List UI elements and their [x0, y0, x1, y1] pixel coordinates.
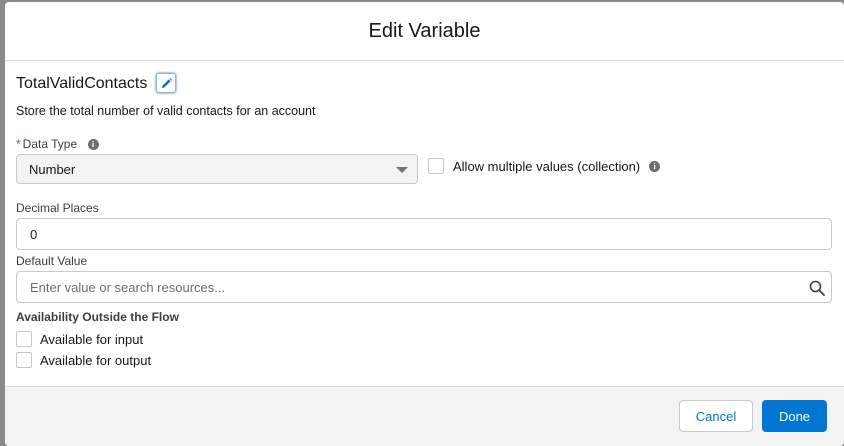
data-type-value: Number [29, 161, 76, 177]
collection-option: Allow multiple values (collection) i [428, 158, 661, 174]
default-value-input[interactable]: Enter value or search resources... [16, 271, 832, 303]
data-type-label: * Data Type i [16, 137, 99, 151]
required-marker: * [16, 137, 21, 151]
available-output-option: Available for output [16, 352, 151, 368]
done-button[interactable]: Done [762, 400, 827, 432]
modal-title: Edit Variable [368, 19, 481, 42]
collection-checkbox[interactable] [428, 158, 444, 174]
modal-footer: Cancel Done [5, 386, 844, 446]
variable-name: TotalValidContacts [16, 75, 148, 92]
default-value-label: Default Value [16, 254, 88, 268]
cancel-button[interactable]: Cancel [679, 400, 753, 432]
available-input-label: Available for input [40, 331, 144, 347]
data-type-select[interactable]: Number [16, 154, 418, 184]
variable-description: Store the total number of valid contacts… [16, 104, 316, 118]
edit-variable-modal: Edit Variable TotalValidContacts Store t… [5, 2, 844, 446]
decimal-places-label: Decimal Places [16, 201, 99, 215]
edit-name-button[interactable] [156, 73, 176, 93]
decimal-places-input[interactable]: 0 [16, 218, 832, 250]
collection-label: Allow multiple values (collection) [453, 158, 641, 174]
data-type-label-text: Data Type [22, 137, 78, 151]
available-output-label: Available for output [40, 352, 152, 368]
decimal-places-value: 0 [30, 226, 38, 242]
info-icon[interactable]: i [649, 160, 661, 172]
info-icon[interactable]: i [87, 139, 99, 151]
chevron-down-icon [396, 167, 408, 173]
search-icon[interactable] [809, 280, 825, 296]
available-input-checkbox[interactable] [16, 331, 32, 347]
modal-body: TotalValidContacts Store the total numbe… [5, 61, 844, 386]
modal-header: Edit Variable [5, 2, 844, 61]
available-output-checkbox[interactable] [16, 352, 32, 368]
availability-heading: Availability Outside the Flow [16, 310, 179, 324]
available-input-option: Available for input [16, 331, 143, 347]
default-value-placeholder: Enter value or search resources... [30, 279, 226, 295]
pencil-icon [161, 77, 172, 88]
